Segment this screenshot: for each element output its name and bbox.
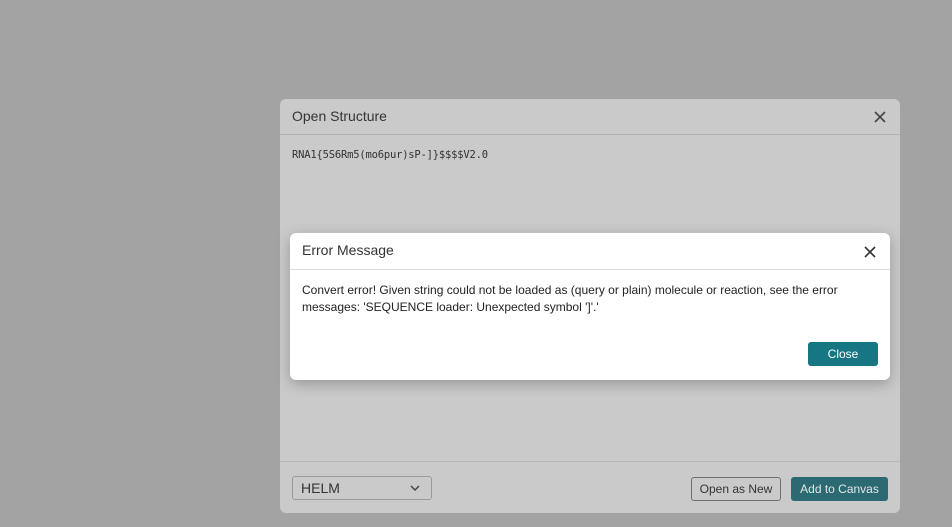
error-message-text: Convert error! Given string could not be… bbox=[302, 283, 838, 314]
add-to-canvas-button[interactable]: Add to Canvas bbox=[791, 477, 888, 501]
open-structure-footer: HELM Open as New Add to Canvas bbox=[280, 461, 900, 513]
format-select-value: HELM bbox=[301, 480, 340, 496]
error-message-dialog: Error Message Convert error! Given strin… bbox=[290, 233, 890, 380]
error-message-title: Error Message bbox=[302, 242, 394, 258]
open-as-new-button[interactable]: Open as New bbox=[691, 477, 781, 501]
close-icon[interactable] bbox=[872, 109, 888, 125]
format-select[interactable]: HELM bbox=[292, 476, 432, 500]
error-message-header: Error Message bbox=[290, 233, 890, 270]
open-structure-header: Open Structure bbox=[280, 99, 900, 135]
open-structure-title: Open Structure bbox=[292, 108, 387, 124]
close-button[interactable]: Close bbox=[808, 342, 878, 366]
chevron-down-icon bbox=[410, 485, 420, 492]
close-icon[interactable] bbox=[862, 244, 878, 260]
structure-text-input[interactable]: RNA1{5S6Rm5(mo6pur)sP-]}$$$$V2.0 bbox=[292, 149, 488, 161]
